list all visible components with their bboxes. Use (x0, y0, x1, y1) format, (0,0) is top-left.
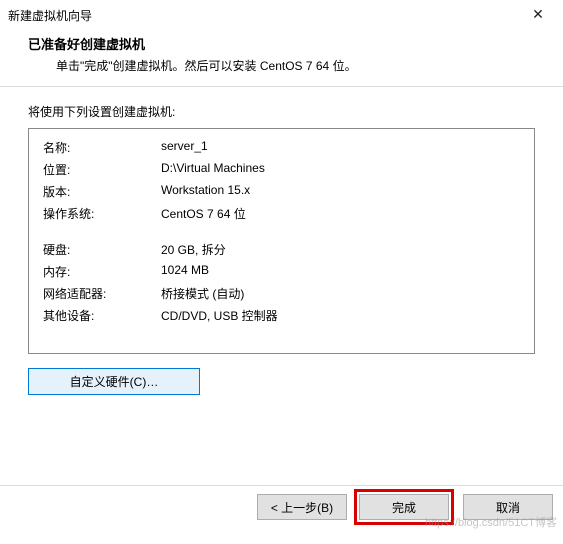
finish-button[interactable]: 完成 (359, 494, 449, 520)
titlebar: 新建虚拟机向导 ✕ (0, 0, 563, 30)
label-nic: 网络适配器: (43, 285, 161, 302)
value-location: D:\Virtual Machines (161, 161, 520, 178)
value-nic: 桥接模式 (自动) (161, 285, 520, 302)
row-nic: 网络适配器: 桥接模式 (自动) (43, 285, 520, 302)
row-disk: 硬盘: 20 GB, 拆分 (43, 241, 520, 258)
customize-row: 自定义硬件(C)… (0, 354, 563, 409)
cancel-button[interactable]: 取消 (463, 494, 553, 520)
value-name: server_1 (161, 139, 520, 156)
row-memory: 内存: 1024 MB (43, 263, 520, 280)
close-icon: ✕ (532, 6, 544, 23)
value-os: CentOS 7 64 位 (161, 205, 520, 222)
row-version: 版本: Workstation 15.x (43, 183, 520, 200)
label-other: 其他设备: (43, 307, 161, 324)
value-other: CD/DVD, USB 控制器 (161, 307, 520, 324)
close-button[interactable]: ✕ (521, 4, 555, 24)
wizard-heading: 已准备好创建虚拟机 (28, 34, 535, 53)
wizard-subheading: 单击"完成"创建虚拟机。然后可以安装 CentOS 7 64 位。 (28, 57, 535, 74)
value-memory: 1024 MB (161, 263, 520, 280)
row-location: 位置: D:\Virtual Machines (43, 161, 520, 178)
row-os: 操作系统: CentOS 7 64 位 (43, 205, 520, 222)
button-bar: < 上一步(B) 完成 取消 (0, 486, 563, 528)
label-os: 操作系统: (43, 205, 161, 222)
label-name: 名称: (43, 139, 161, 156)
label-version: 版本: (43, 183, 161, 200)
settings-box: 名称: server_1 位置: D:\Virtual Machines 版本:… (28, 128, 535, 354)
label-location: 位置: (43, 161, 161, 178)
row-other: 其他设备: CD/DVD, USB 控制器 (43, 307, 520, 324)
value-disk: 20 GB, 拆分 (161, 241, 520, 258)
customize-hardware-button[interactable]: 自定义硬件(C)… (28, 368, 200, 395)
window-title: 新建虚拟机向导 (8, 7, 92, 24)
settings-label: 将使用下列设置创建虚拟机: (0, 87, 563, 128)
row-name: 名称: server_1 (43, 139, 520, 156)
value-version: Workstation 15.x (161, 183, 520, 200)
label-disk: 硬盘: (43, 241, 161, 258)
back-button[interactable]: < 上一步(B) (257, 494, 347, 520)
label-memory: 内存: (43, 263, 161, 280)
wizard-header: 已准备好创建虚拟机 单击"完成"创建虚拟机。然后可以安装 CentOS 7 64… (0, 30, 563, 86)
